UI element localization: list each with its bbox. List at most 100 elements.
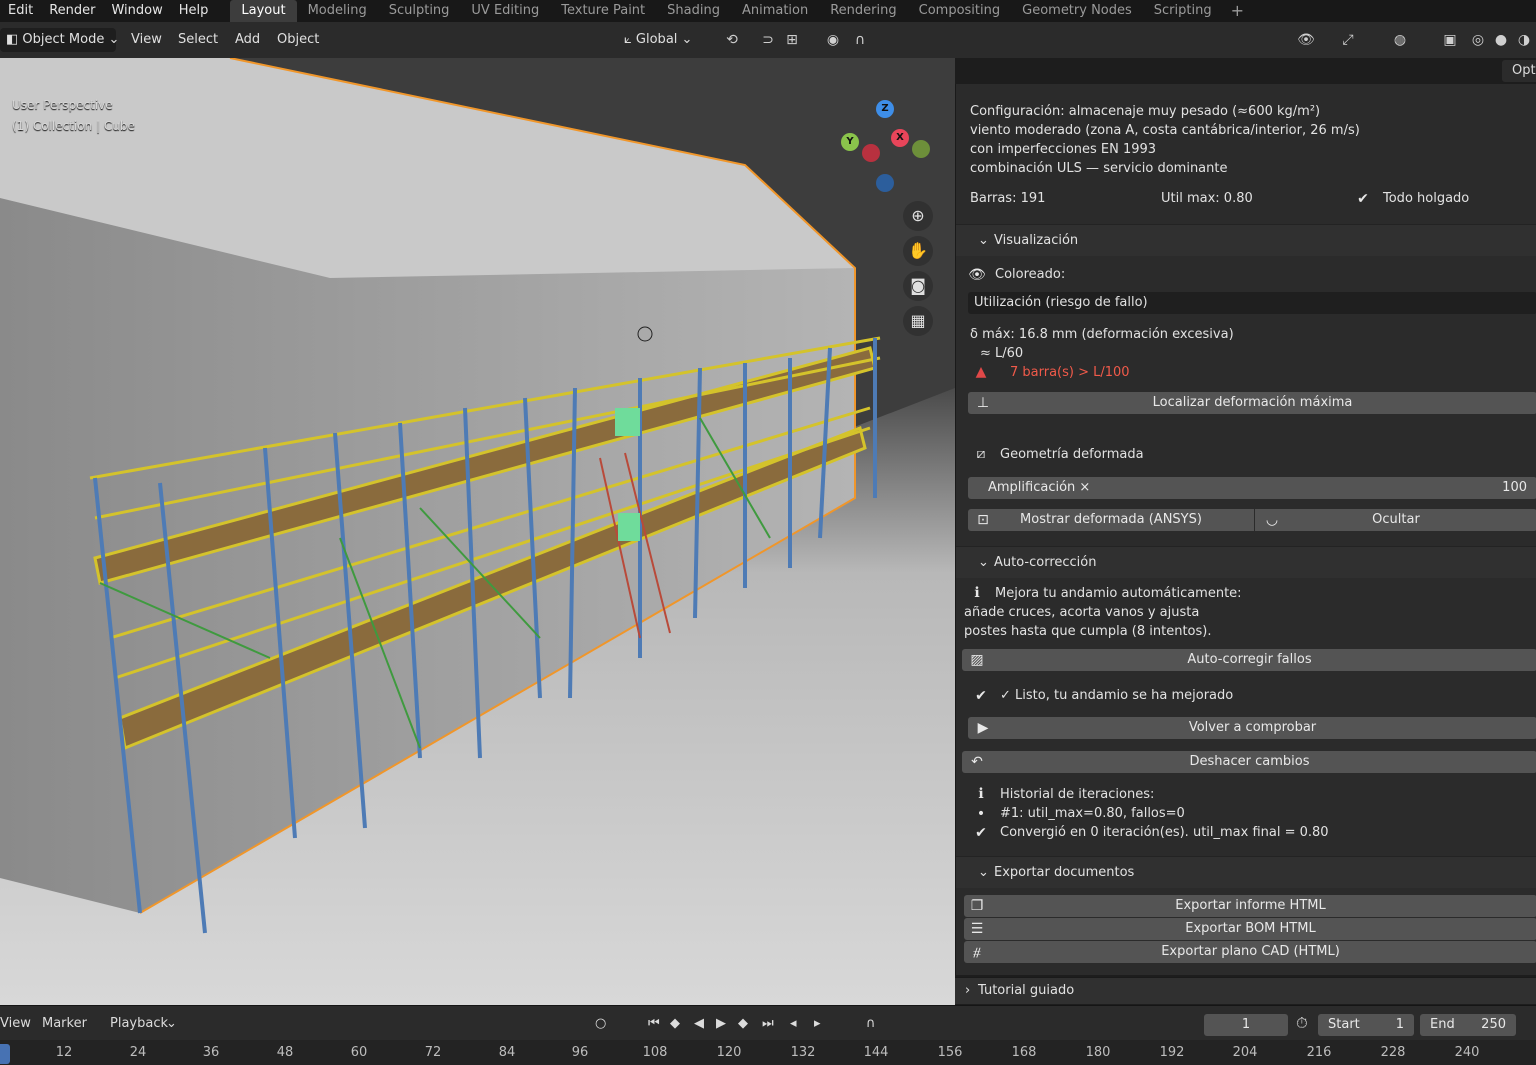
recheck-button[interactable]: ▶ Volver a comprobar: [968, 717, 1536, 739]
next-frame-icon[interactable]: ▸: [814, 1016, 821, 1031]
section-header-autocorrect[interactable]: ⌄ Auto-corrección: [956, 546, 1536, 578]
workspace-tab-compositing[interactable]: Compositing: [908, 0, 1012, 22]
frame-tick: 60: [350, 1045, 368, 1060]
gizmo-x-axis[interactable]: X: [891, 129, 909, 147]
menu-window[interactable]: Window: [103, 0, 170, 22]
object-mode-icon: ◧: [6, 32, 23, 47]
gizmo-y-axis[interactable]: Y: [841, 133, 859, 151]
menu-view[interactable]: View: [131, 28, 162, 52]
show-deformed-button[interactable]: ⊡ Mostrar deformada (ANSYS): [968, 509, 1254, 531]
current-frame-field[interactable]: 1: [1204, 1014, 1288, 1036]
wireframe-shading-icon[interactable]: ◎: [1468, 30, 1488, 50]
workspace-tab-scripting[interactable]: Scripting: [1143, 0, 1223, 22]
export-report-button[interactable]: ❐ Exportar informe HTML: [964, 895, 1536, 917]
zoom-icon[interactable]: ⊕: [903, 201, 933, 231]
transform-orientation-dropdown[interactable]: ⟀ Global ⌄: [624, 28, 692, 52]
jump-start-icon[interactable]: ⏮: [648, 1016, 660, 1031]
gizmo-neg-x-axis[interactable]: [862, 144, 880, 162]
workspace-tab-animation[interactable]: Animation: [731, 0, 819, 22]
frame-tick: 12: [55, 1045, 73, 1060]
section-header-export[interactable]: ⌄ Exportar documentos: [956, 856, 1536, 888]
end-frame-field[interactable]: End 250: [1420, 1014, 1516, 1036]
viewport-perspective-label: User Perspective: [12, 98, 113, 112]
snap-increment-icon[interactable]: ⊞: [782, 30, 802, 50]
timeline-menu-view[interactable]: View: [0, 1016, 31, 1031]
frame-tick: 108: [642, 1045, 668, 1060]
stopwatch-icon[interactable]: ⏱: [1296, 1014, 1308, 1032]
workspace-tab-shading[interactable]: Shading: [656, 0, 731, 22]
undo-changes-button[interactable]: ↶ Deshacer cambios: [962, 751, 1536, 773]
gizmo-neg-y-axis[interactable]: [912, 140, 930, 158]
camera-icon[interactable]: ◙: [903, 271, 933, 301]
xray-icon[interactable]: ▣: [1440, 30, 1460, 50]
gizmo-icon[interactable]: ⤢: [1338, 30, 1358, 50]
prev-frame-icon[interactable]: ◂: [790, 1016, 797, 1031]
bars-count: Barras: 191: [970, 191, 1046, 206]
proportional-editing-icon[interactable]: ◉: [823, 30, 843, 50]
options-button[interactable]: Opti: [1502, 60, 1536, 82]
record-icon[interactable]: ○: [595, 1016, 606, 1031]
autocorrect-info-line: postes hasta que cumpla (8 intentos).: [964, 624, 1212, 639]
gizmo-z-axis[interactable]: Z: [876, 100, 894, 118]
pan-hand-icon[interactable]: ✋: [903, 236, 933, 266]
hide-deformed-button[interactable]: ◡ Ocultar: [1255, 509, 1536, 531]
button-label: Mostrar deformada (ANSYS): [1020, 512, 1202, 527]
timeline-ruler[interactable]: 12 24 36 48 60 72 84 96 108 120 132 144 …: [0, 1040, 1536, 1065]
overlays-icon[interactable]: ◍: [1390, 30, 1410, 50]
mode-dropdown[interactable]: ◧ Object Mode ⌄: [0, 28, 119, 52]
timeline-menu-marker[interactable]: Marker: [42, 1016, 87, 1031]
config-line: con imperfecciones EN 1993: [970, 142, 1157, 157]
solid-shading-icon[interactable]: ●: [1491, 30, 1511, 50]
prev-keyframe-icon[interactable]: ◆: [670, 1016, 680, 1031]
top-menu-bar: Edit Render Window Help Layout Modeling …: [0, 0, 1536, 22]
section-title: Auto-corrección: [994, 555, 1097, 570]
timeline-header: View Marker Playback ⌄ ○ ⏮ ◆ ◀ ▶ ◆ ⏭ ◂ ▸…: [0, 1006, 1536, 1040]
snap-icon[interactable]: ⊃: [758, 30, 778, 50]
menu-object[interactable]: Object: [277, 28, 319, 52]
chevron-right-icon: ›: [965, 983, 971, 998]
workspace-tab-uv-editing[interactable]: UV Editing: [460, 0, 550, 22]
workspace-tab-texture-paint[interactable]: Texture Paint: [550, 0, 656, 22]
done-text: ✓ Listo, tu andamio se ha mejorado: [1000, 688, 1234, 703]
gizmo-neg-z-axis[interactable]: [876, 174, 894, 192]
play-icon[interactable]: ▶: [716, 1016, 726, 1031]
falloff-icon[interactable]: ∩: [850, 30, 870, 50]
pivot-point-icon[interactable]: ⟲: [722, 30, 742, 50]
workspace-tab-modeling[interactable]: Modeling: [297, 0, 378, 22]
button-label: Volver a comprobar: [1188, 720, 1317, 735]
workspace-tab-rendering[interactable]: Rendering: [819, 0, 907, 22]
add-workspace-button[interactable]: +: [1223, 0, 1252, 22]
play-reverse-icon[interactable]: ◀: [694, 1016, 704, 1031]
start-frame-field[interactable]: Start 1: [1318, 1014, 1414, 1036]
playhead[interactable]: [0, 1044, 10, 1064]
section-header-visualization[interactable]: ⌄ Visualización: [956, 224, 1536, 256]
menu-select[interactable]: Select: [178, 28, 218, 52]
menu-render[interactable]: Render: [41, 0, 103, 22]
menu-help[interactable]: Help: [171, 0, 217, 22]
autocorrect-info-line: Mejora tu andamio automáticamente:: [995, 586, 1242, 601]
grid-view-icon[interactable]: ▦: [903, 306, 933, 336]
workspace-tab-geometry-nodes[interactable]: Geometry Nodes: [1011, 0, 1143, 22]
menu-edit[interactable]: Edit: [0, 0, 41, 22]
export-bom-button[interactable]: ☰ Exportar BOM HTML: [964, 918, 1536, 940]
timeline-menu-playback[interactable]: Playback: [110, 1016, 168, 1031]
workspace-tab-layout[interactable]: Layout: [230, 0, 297, 22]
auto-keying-icon[interactable]: ∩: [866, 1016, 876, 1031]
coloring-dropdown[interactable]: Utilización (riesgo de fallo): [968, 292, 1536, 314]
menu-add[interactable]: Add: [235, 28, 260, 52]
jump-end-icon[interactable]: ⏭: [762, 1016, 774, 1031]
next-keyframe-icon[interactable]: ◆: [738, 1016, 748, 1031]
workspace-tab-sculpting[interactable]: Sculpting: [378, 0, 461, 22]
section-title: Visualización: [994, 233, 1079, 248]
export-cad-button[interactable]: ⧣ Exportar plano CAD (HTML): [964, 941, 1536, 963]
info-icon: ℹ: [978, 786, 984, 802]
3d-viewport[interactable]: User Perspective (1) Collection | Cube Z…: [0, 58, 955, 1005]
visibility-icon[interactable]: 👁: [1296, 30, 1316, 50]
amplification-field[interactable]: Amplificación × 100: [968, 477, 1536, 499]
frame-tick: 120: [716, 1045, 742, 1060]
button-label: Localizar deformación máxima: [1152, 395, 1353, 410]
locate-deformation-button[interactable]: ⊥ Localizar deformación máxima: [968, 392, 1536, 414]
material-shading-icon[interactable]: ◑: [1514, 30, 1534, 50]
section-header-tutorial[interactable]: › Tutorial guiado: [955, 977, 1536, 1004]
autocorrect-button[interactable]: ▨ Auto-corregir fallos: [962, 649, 1536, 671]
